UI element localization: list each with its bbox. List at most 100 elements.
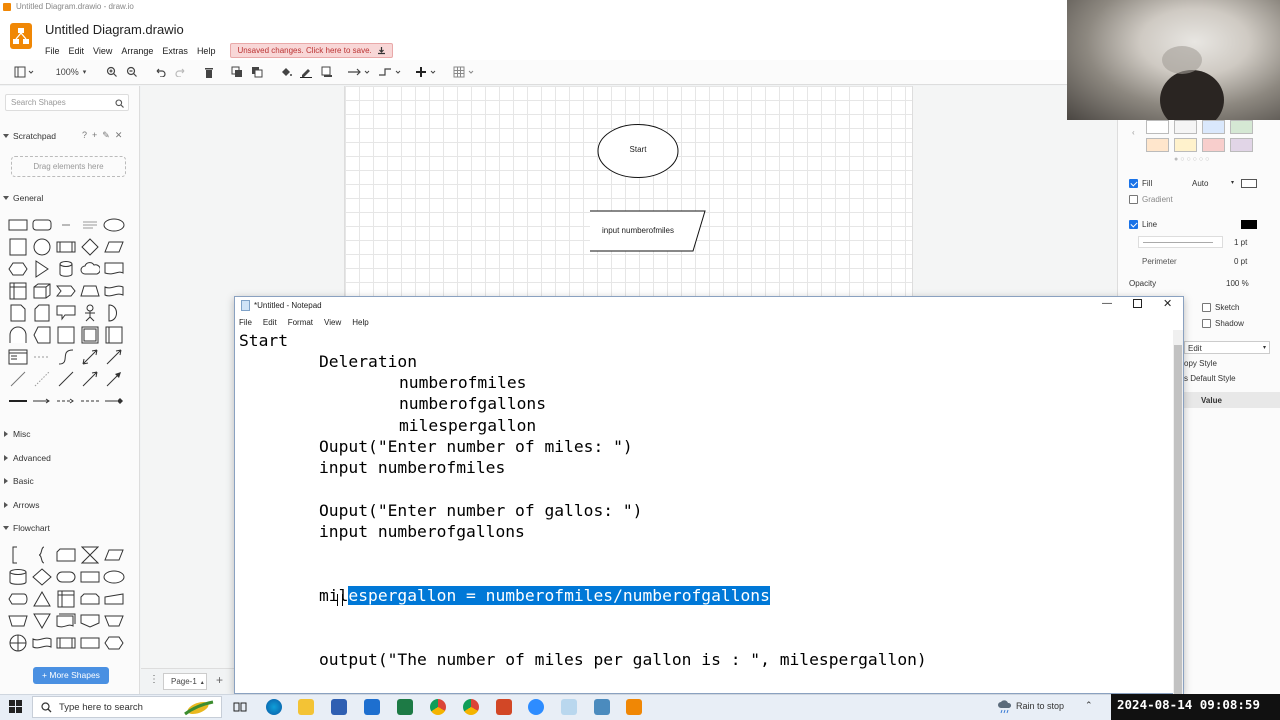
manual-operation-shape-icon[interactable] — [6, 610, 30, 632]
container-shape-icon[interactable] — [78, 324, 102, 346]
page-tab[interactable]: Page-1 ▴ — [163, 673, 207, 690]
notepad-scroll-thumb[interactable] — [1174, 345, 1182, 694]
fill-color-button[interactable] — [278, 64, 294, 80]
manual-input-shape-icon[interactable] — [102, 588, 126, 610]
internal-storage-flow-shape-icon[interactable] — [54, 588, 78, 610]
zoom-in-button[interactable] — [104, 64, 120, 80]
notepad-menu-view[interactable]: View — [324, 318, 341, 327]
fill-checkbox[interactable] — [1129, 179, 1138, 188]
paper-tape-shape-icon[interactable] — [30, 632, 54, 654]
excel-icon[interactable] — [397, 699, 413, 715]
zoom-dropdown[interactable]: 100% ▾ — [50, 64, 92, 80]
edge-browser-icon[interactable] — [266, 699, 282, 715]
section-general[interactable]: General — [2, 193, 43, 203]
brace-shape-icon[interactable] — [30, 544, 54, 566]
swatch-gray[interactable] — [1174, 120, 1197, 134]
hexagon-shape-icon[interactable] — [6, 258, 30, 280]
textbox-shape-icon[interactable] — [78, 214, 102, 236]
extract-shape-icon[interactable] — [30, 588, 54, 610]
windows-start-icon[interactable] — [9, 700, 22, 713]
scratchpad-dropzone[interactable]: Drag elements here — [11, 156, 126, 177]
tape-shape-icon[interactable] — [102, 280, 126, 302]
triangle-shape-icon[interactable] — [30, 258, 54, 280]
merge-shape-icon[interactable] — [30, 610, 54, 632]
menu-arrange[interactable]: Arrange — [121, 46, 153, 56]
rounded-rectangle-shape-icon[interactable] — [30, 214, 54, 236]
to-back-button[interactable] — [249, 64, 265, 80]
mail-icon[interactable] — [364, 699, 380, 715]
cloud-shape-icon[interactable] — [78, 258, 102, 280]
dotted-line-shape-icon[interactable] — [30, 368, 54, 390]
gradient-checkbox[interactable] — [1129, 195, 1138, 204]
section-basic[interactable]: Basic — [4, 476, 34, 486]
menu-help[interactable]: Help — [197, 46, 216, 56]
dashed-line-shape-icon[interactable] — [30, 346, 54, 368]
line-shape-icon[interactable] — [6, 368, 30, 390]
zoom-out-button[interactable] — [124, 64, 140, 80]
chrome-profile-icon[interactable] — [463, 699, 479, 715]
chevron-left-icon[interactable]: ‹ — [1132, 128, 1135, 137]
actor-shape-icon[interactable] — [78, 302, 102, 324]
dashed-connector-shape-icon[interactable] — [78, 390, 102, 412]
window-shape-icon[interactable] — [6, 346, 30, 368]
line-width-value[interactable]: 1 pt — [1234, 238, 1247, 247]
task-view-icon[interactable] — [233, 700, 247, 714]
dashed-arrow-shape-icon[interactable] — [54, 390, 78, 412]
line-color-button[interactable] — [298, 64, 314, 80]
arrow-shape-icon[interactable] — [102, 346, 126, 368]
add-page-icon[interactable]: + — [216, 673, 223, 687]
process-flow-shape-icon[interactable] — [78, 566, 102, 588]
section-flowchart[interactable]: Flowchart — [3, 523, 50, 533]
diagonal-arrow-shape-icon[interactable] — [78, 368, 102, 390]
process-shape-icon[interactable] — [54, 236, 78, 258]
chevron-up-icon[interactable]: ⌃ — [1085, 700, 1093, 711]
sketch-checkbox[interactable] — [1202, 303, 1211, 312]
connector-diamond-shape-icon[interactable] — [102, 390, 126, 412]
document-shape-icon[interactable] — [102, 258, 126, 280]
to-front-button[interactable] — [229, 64, 245, 80]
circle-shape-icon[interactable] — [30, 236, 54, 258]
decision-shape-icon[interactable] — [30, 566, 54, 588]
swatch-pager-icon[interactable]: ●○○○○○ — [1174, 156, 1211, 163]
annotation-shape-icon[interactable] — [6, 544, 30, 566]
database-shape-icon[interactable] — [6, 566, 30, 588]
swatch-red[interactable] — [1202, 138, 1225, 152]
default-style-button[interactable]: s Default Style — [1184, 374, 1236, 383]
framed-square-shape-icon[interactable] — [54, 324, 78, 346]
section-advanced[interactable]: Advanced — [4, 453, 51, 463]
section-scratchpad[interactable]: Scratchpad — [3, 131, 56, 141]
square-shape-icon[interactable] — [6, 236, 30, 258]
help-icon[interactable]: ? — [82, 130, 87, 141]
menu-view[interactable]: View — [93, 46, 112, 56]
notepad-menu-format[interactable]: Format — [288, 318, 313, 327]
edit-style-select[interactable]: Edit ▾ — [1184, 341, 1270, 354]
or-circle-shape-icon[interactable] — [6, 632, 30, 654]
menu-file[interactable]: File — [45, 46, 60, 56]
note-shape-icon[interactable] — [6, 302, 30, 324]
close-icon[interactable]: ✕ — [115, 130, 123, 141]
notepad-menu-edit[interactable]: Edit — [263, 318, 277, 327]
undo-button[interactable] — [152, 64, 168, 80]
edit-icon[interactable]: ✎ — [102, 130, 110, 141]
text-shape-icon[interactable] — [54, 214, 78, 236]
swatch-yellow[interactable] — [1174, 138, 1197, 152]
python-icon[interactable] — [594, 699, 610, 715]
sequential-data-shape-icon[interactable] — [78, 632, 102, 654]
data-shape-icon[interactable] — [102, 544, 126, 566]
connection-style-button[interactable] — [346, 64, 372, 80]
file-explorer-icon[interactable] — [298, 699, 314, 715]
delay-shape-icon[interactable] — [6, 324, 30, 346]
thick-line-shape-icon[interactable] — [6, 390, 30, 412]
insert-button[interactable] — [414, 64, 440, 80]
add-icon[interactable]: + — [92, 130, 97, 141]
loop-limit-shape-icon[interactable] — [78, 588, 102, 610]
swatch-purple[interactable] — [1230, 138, 1253, 152]
predefined-process-shape-icon[interactable] — [102, 324, 126, 346]
parallelogram-shape-icon[interactable] — [102, 236, 126, 258]
line-pattern-select[interactable] — [1138, 236, 1223, 248]
weather-status[interactable]: Rain to stop — [1016, 701, 1064, 711]
delete-button[interactable] — [201, 64, 217, 80]
ellipse-shape-icon[interactable] — [102, 214, 126, 236]
cylinder-shape-icon[interactable] — [54, 258, 78, 280]
display-shape-icon[interactable] — [30, 324, 54, 346]
